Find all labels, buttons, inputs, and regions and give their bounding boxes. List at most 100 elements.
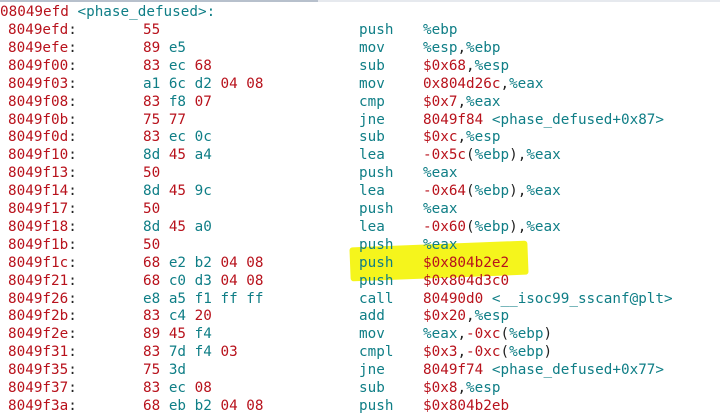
instruction-mnemonic: push: [359, 397, 394, 414]
instruction-address: 8049f18:: [8, 218, 77, 235]
instruction-address: 8049f13:: [8, 165, 77, 182]
instruction-row[interactable]: 8049f35: 75 3d jne 8049f74 <phase_defused+0…: [0, 361, 720, 379]
instruction-mnemonic: cmpl: [359, 344, 394, 361]
instruction-mnemonic: push: [359, 165, 394, 182]
instruction-bytes: 83 c4 20: [143, 308, 212, 325]
instruction-address: 8049efd:: [8, 22, 77, 38]
instruction-mnemonic: push: [359, 22, 394, 38]
instruction-operands: $0x804b2eb: [423, 397, 510, 414]
instruction-bytes: 83 7d f4 03: [143, 344, 238, 361]
instruction-row[interactable]: 8049f08: 83 f8 07 cmp $0x7,%eax: [0, 93, 720, 111]
instruction-address: 8049f10:: [8, 147, 77, 164]
instruction-bytes: e8 a5 f1 ff ff: [143, 290, 264, 307]
instruction-address: 8049f03:: [8, 75, 77, 92]
instruction-row[interactable]: 8049f10: 8d 45 a4 lea -0x5c(%ebp),%eax: [0, 146, 720, 164]
instruction-row[interactable]: 8049efd: 55 push %ebp: [0, 21, 720, 39]
instruction-row[interactable]: 8049f14: 8d 45 9c lea -0x64(%ebp),%eax: [0, 182, 720, 200]
instruction-operands: $0x8,%esp: [423, 380, 501, 396]
instruction-bytes: 83 ec 68: [143, 57, 212, 74]
instruction-bytes: 50: [143, 201, 161, 217]
instruction-row[interactable]: 8049f18: 8d 45 a0 lea -0x60(%ebp),%eax: [0, 218, 720, 236]
instruction-bytes: 83 ec 08: [143, 380, 212, 396]
instruction-row[interactable]: 8049f2b: 83 c4 20 add $0x20,%esp: [0, 307, 720, 325]
instruction-address: 8049f26:: [8, 290, 77, 307]
instruction-row[interactable]: 8049f26: e8 a5 f1 ff ff call 80490d0 <__iso…: [0, 290, 720, 308]
instruction-address: 8049f37:: [8, 380, 77, 396]
instruction-address: 8049f3a:: [8, 397, 77, 414]
instruction-mnemonic: cmp: [359, 93, 385, 110]
instruction-mnemonic: push: [359, 254, 394, 271]
instruction-address: 8049f2b:: [8, 308, 77, 325]
instruction-mnemonic: lea: [359, 183, 385, 200]
instruction-operands: -0x64(%ebp),%eax: [423, 183, 561, 200]
instruction-address: 8049f0d:: [8, 129, 77, 146]
instruction-bytes: 8d 45 a4: [143, 147, 212, 164]
instruction-row[interactable]: 8049f3a: 68 eb b2 04 08 push $0x804b2eb: [0, 397, 720, 415]
instruction-row[interactable]: 8049f21: 68 c0 d3 04 08 push $0x804d3c0: [0, 272, 720, 290]
instruction-mnemonic: sub: [359, 129, 385, 146]
instruction-mnemonic: mov: [359, 75, 385, 92]
instruction-mnemonic: jne: [359, 362, 385, 379]
instruction-mnemonic: jne: [359, 111, 385, 128]
instruction-operands: $0x7,%eax: [423, 93, 501, 110]
instruction-row[interactable]: 8049f1b: 50 push %eax: [0, 236, 720, 254]
instruction-bytes: 8d 45 a0: [143, 218, 212, 235]
branch-target-symbol: <phase_defused+0x87>: [491, 111, 665, 128]
instruction-operands: $0x804d3c0: [423, 272, 510, 289]
instruction-bytes: 75 3d: [143, 362, 187, 379]
function-header: 08049efd <phase_defused>:: [0, 3, 215, 21]
instruction-operands: $0xc,%esp: [423, 129, 501, 146]
instruction-address: 8049f21:: [8, 272, 77, 289]
instruction-bytes: 55: [143, 22, 161, 38]
instruction-row[interactable]: 8049f0d: 83 ec 0c sub $0xc,%esp: [0, 128, 720, 146]
instruction-operands: $0x3,-0xc(%ebp): [423, 344, 553, 361]
branch-target-symbol: <phase_defused+0x77>: [491, 362, 665, 379]
instruction-row[interactable]: 8049f31: 83 7d f4 03 cmpl $0x3,-0xc(%ebp): [0, 343, 720, 361]
function-symbol: <phase_defused>:: [77, 4, 216, 20]
instruction-mnemonic: lea: [359, 147, 385, 164]
selection-accent: [0, 0, 318, 2]
instruction-address: 8049f1c:: [8, 254, 77, 271]
instruction-row[interactable]: 8049f13: 50 push %eax: [0, 164, 720, 182]
instruction-bytes: 89 45 f4: [143, 326, 212, 343]
instruction-bytes: 50: [143, 236, 161, 253]
instruction-row[interactable]: 8049f1c: 68 e2 b2 04 08 push $0x804b2e2: [0, 254, 720, 272]
instruction-bytes: 50: [143, 165, 161, 182]
instruction-mnemonic: sub: [359, 57, 385, 74]
instruction-bytes: a1 6c d2 04 08: [143, 75, 264, 92]
instruction-address: 8049f00:: [8, 57, 77, 74]
instruction-row[interactable]: 8049f03: a1 6c d2 04 08 mov 0x804d26c,%eax: [0, 75, 720, 93]
instruction-address: 8049f0b:: [8, 111, 77, 128]
instruction-bytes: 68 eb b2 04 08: [143, 397, 264, 414]
instruction-row[interactable]: 8049f00: 83 ec 68 sub $0x68,%esp: [0, 57, 720, 75]
instruction-operands: %eax: [423, 165, 458, 182]
instruction-row[interactable]: 8049f17: 50 push %eax: [0, 200, 720, 218]
instruction-mnemonic: push: [359, 201, 394, 217]
instruction-operands: %eax: [423, 236, 458, 253]
instruction-bytes: 68 c0 d3 04 08: [143, 272, 264, 289]
instruction-operands: 8049f84 <phase_defused+0x87>: [423, 111, 665, 128]
instruction-mnemonic: push: [359, 272, 394, 289]
instruction-address: 8049f1b:: [8, 236, 77, 253]
instruction-address: 8049f08:: [8, 93, 77, 110]
instruction-mnemonic: sub: [359, 380, 385, 396]
instruction-address: 8049f14:: [8, 183, 77, 200]
instruction-row[interactable]: 8049f0b: 75 77 jne 8049f84 <phase_defused+0…: [0, 111, 720, 129]
instruction-operands: $0x804b2e2: [423, 254, 510, 271]
instruction-mnemonic: add: [359, 308, 385, 325]
instruction-row[interactable]: 8049f2e: 89 45 f4 mov %eax,-0xc(%ebp): [0, 325, 720, 343]
branch-target-symbol: <__isoc99_sscanf@plt>: [491, 290, 673, 307]
instruction-bytes: 83 ec 0c: [143, 129, 212, 146]
instruction-mnemonic: lea: [359, 218, 385, 235]
instruction-operands: %esp,%ebp: [423, 39, 501, 56]
instruction-row[interactable]: 8049efe: 89 e5 mov %esp,%ebp: [0, 39, 720, 57]
instruction-bytes: 89 e5: [143, 39, 187, 56]
instruction-address: 8049efe:: [8, 39, 77, 56]
instruction-address: 8049f17:: [8, 201, 77, 217]
instruction-operands: 0x804d26c,%eax: [423, 75, 544, 92]
function-address: 08049efd: [0, 4, 69, 20]
instruction-operands: -0x5c(%ebp),%eax: [423, 147, 561, 164]
instruction-operands: $0x20,%esp: [423, 308, 510, 325]
instruction-operands: 8049f74 <phase_defused+0x77>: [423, 362, 665, 379]
instruction-row[interactable]: 8049f37: 83 ec 08 sub $0x8,%esp: [0, 379, 720, 397]
